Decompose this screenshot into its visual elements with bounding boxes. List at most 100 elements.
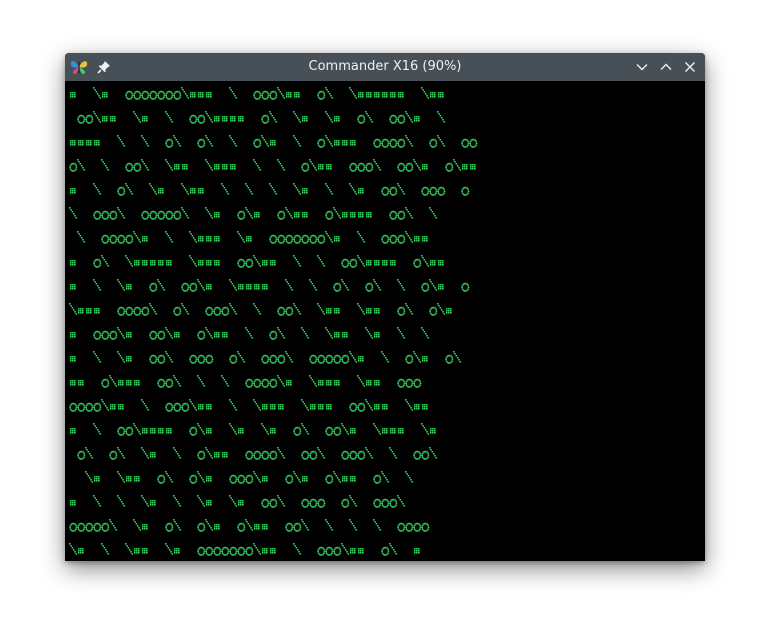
block-glyph	[198, 260, 204, 266]
block-glyph	[94, 308, 100, 314]
block-glyph	[214, 332, 220, 338]
block-glyph	[262, 548, 268, 554]
ring-glyph	[269, 378, 278, 388]
ring-glyph	[341, 498, 350, 508]
ring-glyph	[381, 186, 390, 196]
diagonal-glyph	[261, 135, 270, 147]
diagonal-glyph	[165, 471, 174, 483]
ring-glyph	[109, 330, 118, 340]
ring-glyph	[397, 114, 406, 124]
block-glyph	[110, 404, 116, 410]
ring-glyph	[117, 306, 126, 316]
ring-glyph	[293, 426, 302, 436]
minimize-button[interactable]	[633, 58, 651, 76]
diagonal-glyph	[437, 135, 446, 147]
ring-glyph	[357, 402, 366, 412]
pin-icon[interactable]	[96, 59, 112, 75]
ring-glyph	[405, 162, 414, 172]
diagonal-glyph	[85, 471, 94, 483]
screen-row	[77, 231, 428, 244]
diagonal-glyph	[453, 159, 462, 171]
diagonal-glyph	[325, 111, 334, 123]
emulator-screen[interactable]	[65, 81, 705, 561]
maximize-button[interactable]	[657, 58, 675, 76]
ring-glyph	[421, 450, 430, 460]
block-glyph	[214, 116, 220, 122]
title-bar[interactable]: Commander X16 (90%)	[65, 53, 705, 81]
ring-glyph	[149, 354, 158, 364]
ring-glyph	[397, 306, 406, 316]
block-glyph	[382, 92, 388, 98]
diagonal-glyph	[357, 375, 366, 387]
diagonal-glyph	[333, 471, 342, 483]
ring-glyph	[197, 546, 206, 556]
ring-glyph	[285, 234, 294, 244]
block-glyph	[206, 260, 212, 266]
block-glyph	[118, 404, 124, 410]
diagonal-glyph	[117, 327, 126, 339]
block-glyph	[358, 548, 364, 554]
ring-glyph	[325, 210, 334, 220]
diagonal-glyph	[349, 183, 358, 195]
diagonal-glyph	[437, 111, 446, 123]
block-glyph	[318, 404, 324, 410]
diagonal-glyph	[197, 471, 206, 483]
block-glyph	[414, 404, 420, 410]
ring-glyph	[197, 138, 206, 148]
diagonal-glyph	[101, 255, 110, 267]
ring-glyph	[149, 210, 158, 220]
ring-glyph	[381, 234, 390, 244]
block-glyph	[302, 116, 308, 122]
ring-glyph	[389, 114, 398, 124]
diagonal-glyph	[341, 279, 350, 291]
diagonal-glyph	[341, 423, 350, 435]
ring-glyph	[389, 138, 398, 148]
block-glyph	[358, 92, 364, 98]
diagonal-glyph	[285, 207, 294, 219]
diagonal-glyph	[245, 327, 254, 339]
ring-glyph	[301, 234, 310, 244]
diagonal-glyph	[397, 183, 406, 195]
ring-glyph	[429, 186, 438, 196]
ring-glyph	[237, 258, 246, 268]
ring-glyph	[117, 186, 126, 196]
diagonal-glyph	[173, 375, 182, 387]
diagonal-glyph	[237, 231, 246, 243]
ring-glyph	[229, 354, 238, 364]
ring-glyph	[317, 234, 326, 244]
block-glyph	[230, 164, 236, 170]
ring-glyph	[309, 234, 318, 244]
block-glyph	[358, 356, 364, 362]
ring-glyph	[357, 114, 366, 124]
diagonal-glyph	[157, 279, 166, 291]
block-glyph	[438, 260, 444, 266]
close-button[interactable]	[681, 58, 699, 76]
ring-glyph	[141, 90, 150, 100]
block-glyph	[374, 308, 380, 314]
block-glyph	[262, 260, 268, 266]
block-glyph	[214, 260, 220, 266]
diagonal-glyph	[165, 159, 174, 171]
diagonal-glyph	[389, 543, 398, 555]
diagonal-glyph	[205, 159, 214, 171]
block-glyph	[254, 212, 260, 218]
diagonal-glyph	[421, 87, 430, 99]
block-glyph	[70, 500, 76, 506]
screen-row	[70, 183, 470, 196]
butterfly-icon[interactable]	[69, 57, 89, 77]
diagonal-glyph	[405, 207, 414, 219]
ring-glyph	[365, 162, 374, 172]
ring-glyph	[237, 210, 246, 220]
ring-glyph	[277, 354, 286, 364]
block-glyph	[158, 260, 164, 266]
block-glyph	[142, 260, 148, 266]
ring-glyph	[413, 378, 422, 388]
ring-glyph	[165, 210, 174, 220]
block-glyph	[214, 524, 220, 530]
block-glyph	[350, 140, 356, 146]
screen-row	[69, 543, 420, 556]
block-glyph	[382, 428, 388, 434]
diagonal-glyph	[117, 351, 126, 363]
diagonal-glyph	[101, 159, 110, 171]
block-glyph	[438, 92, 444, 98]
